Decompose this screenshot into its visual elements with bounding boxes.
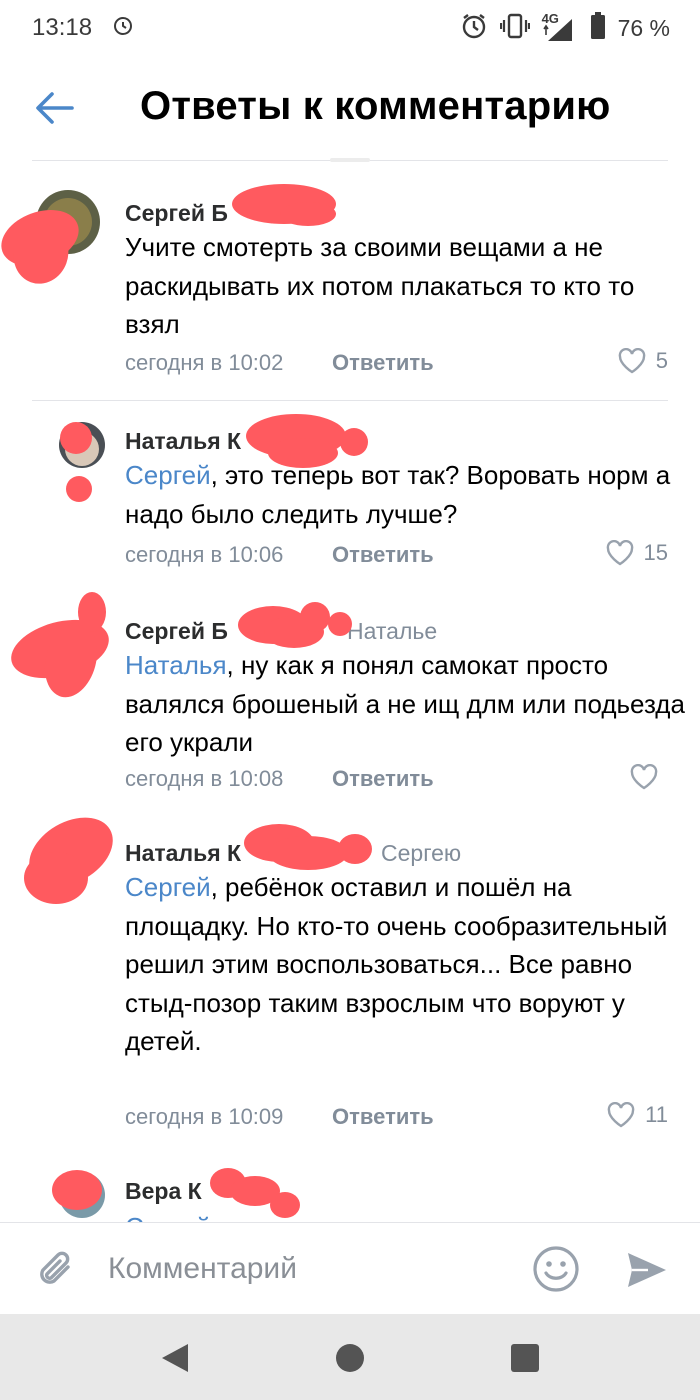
comment-author[interactable]: Наталья К Сергею <box>125 840 461 867</box>
like-button[interactable]: 5 <box>618 348 668 374</box>
mention-link[interactable]: Наталья <box>125 650 227 680</box>
heart-outline-icon <box>618 348 646 374</box>
comment-body: , вс... <box>211 1212 274 1222</box>
author-name: Наталья К <box>125 840 242 866</box>
comment-time: сегодня в 10:02 <box>125 350 284 375</box>
mention-link[interactable]: Сергей <box>125 872 211 902</box>
heart-outline-icon <box>607 1102 635 1128</box>
mention-link[interactable]: Сергей <box>125 1212 211 1222</box>
page-title: Ответы к комментарию <box>140 84 611 128</box>
author-name: Наталья К <box>125 428 242 454</box>
heart-outline-icon <box>606 540 633 566</box>
triangle-back-icon <box>162 1344 188 1372</box>
redaction-blob <box>280 202 336 226</box>
heart-outline-icon <box>630 764 658 790</box>
like-button[interactable]: 15 <box>606 540 668 566</box>
redaction-blob <box>60 422 92 454</box>
redaction-blob <box>300 602 330 632</box>
reply-button[interactable]: Ответить <box>332 766 434 792</box>
arrow-left-icon <box>36 92 74 124</box>
nav-home-button[interactable] <box>336 1344 364 1372</box>
nav-back-button[interactable] <box>160 1342 190 1379</box>
reply-button[interactable]: Ответить <box>332 350 434 376</box>
comment-author[interactable]: Вера К <box>125 1178 202 1205</box>
comment-author[interactable]: Сергей Б Наталье <box>125 618 437 645</box>
header: Ответы к комментарию <box>0 56 700 160</box>
battery-icon <box>590 12 606 45</box>
status-time: 13:18 <box>32 14 93 41</box>
author-name: Сергей Б <box>125 618 228 644</box>
comment-composer <box>0 1222 700 1314</box>
comment-text: Сергей, вс... <box>125 1208 685 1222</box>
comment-time: сегодня в 10:06 <box>125 542 284 567</box>
nav-recents-button[interactable] <box>511 1344 539 1372</box>
comment-text: Наталья, ну как я понял самокат просто в… <box>125 646 685 762</box>
author-name: Вера К <box>125 1178 202 1204</box>
comment-text: Сергей, это теперь вот так? Воровать нор… <box>125 456 685 533</box>
author-name: Сергей Б <box>125 200 228 226</box>
attach-button[interactable] <box>32 1245 80 1293</box>
status-icons: 4G 76 % <box>460 11 670 45</box>
comment-text: Учите смотерть за своими вещами а не рас… <box>125 228 685 344</box>
battery-percent: 76 % <box>617 15 670 41</box>
send-button[interactable] <box>624 1247 670 1293</box>
comment-author[interactable]: Сергей Б <box>125 200 228 227</box>
like-count: 5 <box>655 348 668 373</box>
comment-text: Сергей, ребёнок оставил и пошёл на площа… <box>125 868 685 1061</box>
reply-button[interactable]: Ответить <box>332 542 434 568</box>
alarm-clock-icon <box>112 14 134 41</box>
redaction-blob <box>338 834 372 864</box>
comment-divider <box>32 400 668 401</box>
reply-button[interactable]: Ответить <box>332 1104 434 1130</box>
mention-link[interactable]: Сергей <box>125 460 211 490</box>
status-bar: 13:18 4G 76 % <box>0 0 700 56</box>
redaction-blob <box>52 1170 102 1210</box>
back-button[interactable] <box>30 84 78 132</box>
redaction-blob <box>66 476 92 502</box>
smile-icon <box>533 1246 579 1292</box>
redaction-blob <box>340 428 368 456</box>
reply-to-label[interactable]: Наталье <box>347 618 437 645</box>
signal-icon: 4G <box>542 11 578 43</box>
redaction-blob <box>328 612 352 636</box>
comment-input[interactable] <box>108 1245 508 1293</box>
alarm-icon <box>460 12 488 45</box>
redaction-blob <box>268 836 348 870</box>
emoji-button[interactable] <box>532 1245 580 1293</box>
reply-to-label[interactable]: Сергею <box>381 840 461 867</box>
comment-author[interactable]: Наталья К <box>125 428 241 455</box>
comment-time: сегодня в 10:09 <box>125 1104 284 1129</box>
redaction-blob <box>78 592 106 632</box>
comment-body: Учите смотерть за своими вещами а не рас… <box>125 232 635 339</box>
system-nav-bar <box>0 1314 700 1400</box>
comments-list[interactable]: Сергей Б Учите смотерть за своими вещами… <box>0 162 700 1222</box>
like-button[interactable] <box>630 764 668 790</box>
send-icon <box>628 1253 666 1287</box>
like-button[interactable]: 11 <box>607 1102 668 1128</box>
comment-time: сегодня в 10:08 <box>125 766 284 791</box>
like-count: 11 <box>645 1102 668 1127</box>
paperclip-icon <box>40 1251 70 1284</box>
like-count: 15 <box>643 540 668 565</box>
redaction-blob <box>24 852 88 904</box>
vibrate-icon <box>499 13 530 44</box>
